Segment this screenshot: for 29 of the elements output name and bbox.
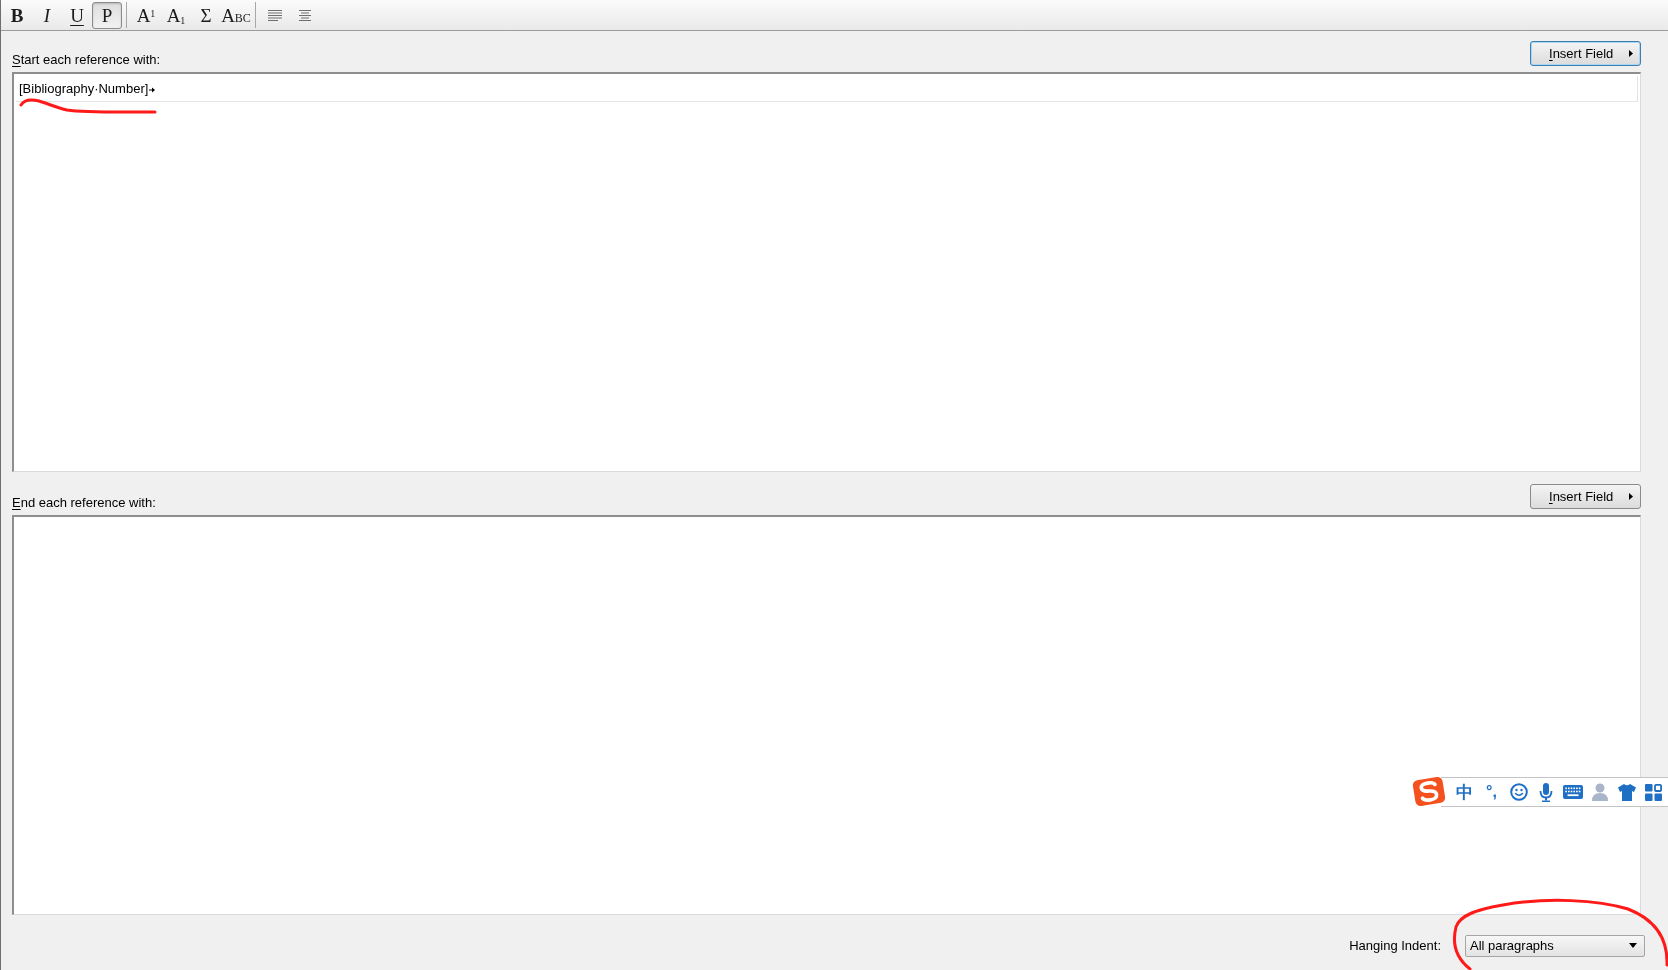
smiley-icon[interactable] — [1509, 783, 1528, 801]
punctuation-toggle[interactable]: °, — [1478, 784, 1505, 800]
microphone-icon[interactable] — [1538, 782, 1553, 802]
text-editor[interactable]: [Bibliography·Number] — [12, 72, 1641, 472]
subscript-button[interactable]: A$_{1}$ — [161, 1, 191, 29]
shirt-icon[interactable] — [1617, 783, 1636, 801]
grid-icon[interactable] — [1645, 783, 1662, 801]
keyboard-icon[interactable] — [1562, 785, 1583, 799]
italic-button[interactable]: I — [32, 1, 62, 29]
section-label: End each reference with: — [12, 495, 156, 511]
section-label: Start each reference with: — [12, 52, 161, 68]
app-logo-icon[interactable] — [1412, 776, 1446, 807]
insert-field-button[interactable]: Insert Field — [1530, 41, 1641, 66]
plain-text-button[interactable]: P — [92, 1, 122, 29]
superscript-button[interactable]: A$^{1}$ — [131, 1, 161, 29]
input-mode-toggle[interactable]: 中 — [1451, 783, 1478, 801]
field-code-text: [Bibliography·Number] — [19, 79, 149, 98]
small-caps-button[interactable]: ABC — [221, 1, 251, 29]
symbol-button[interactable]: Σ — [191, 1, 221, 29]
hanging-indent-label: Hanging Indent: — [1349, 936, 1441, 955]
caret-down-icon — [1629, 943, 1637, 948]
align-center-icon — [298, 9, 312, 21]
underline-button[interactable]: U — [62, 1, 92, 29]
insert-field-button[interactable]: Insert Field — [1530, 484, 1641, 509]
align-left-icon — [268, 9, 282, 21]
caret-right-icon — [1629, 493, 1633, 500]
bold-button[interactable]: B — [2, 1, 32, 29]
hanging-indent-dropdown[interactable]: All paragraphs — [1465, 934, 1645, 957]
caret-right-icon — [1629, 50, 1633, 57]
